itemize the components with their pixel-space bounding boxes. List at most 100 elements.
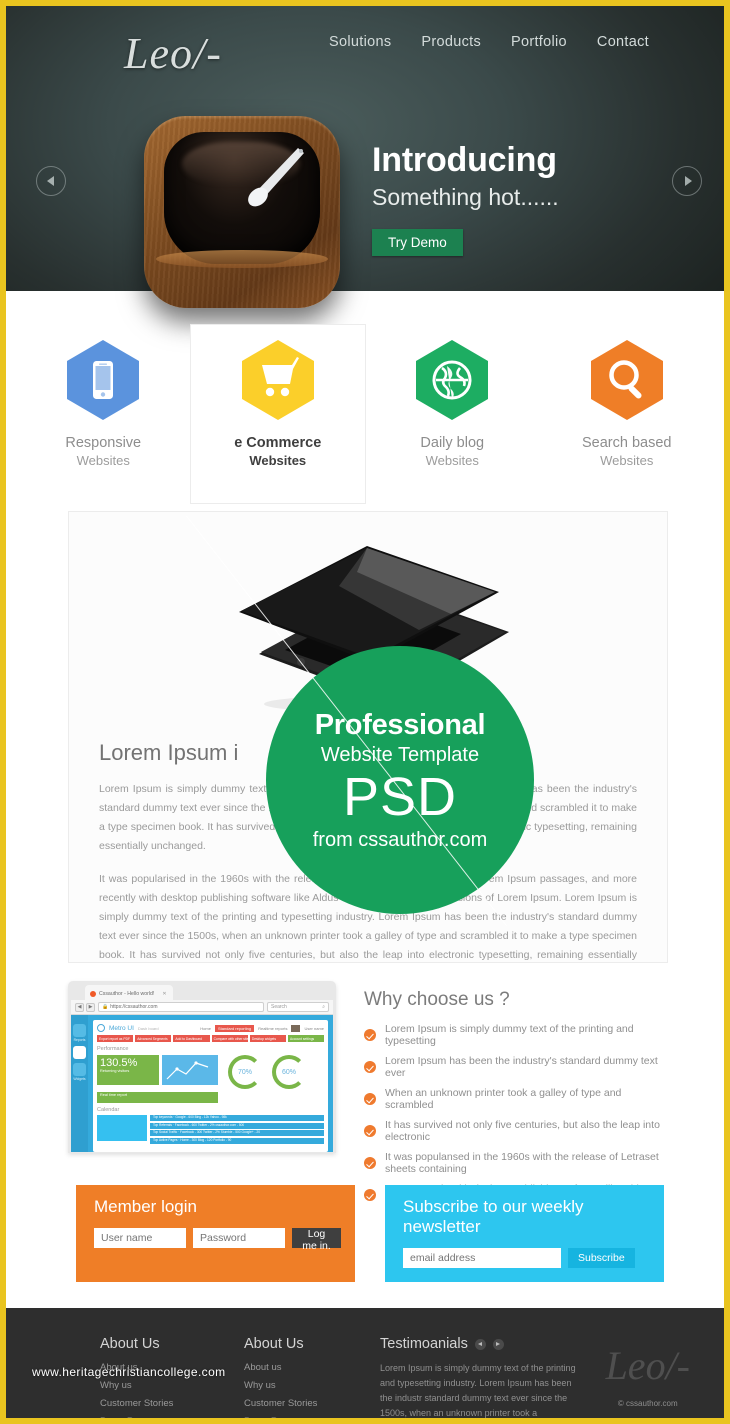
footer-link-press-resources[interactable]: Press Resources <box>100 1416 208 1418</box>
nav-item-solutions[interactable]: Solutions <box>329 34 391 50</box>
dashboard-header: Metro UI Dash board Home Standard report… <box>97 1024 324 1032</box>
subscribe-button[interactable]: Subscribe <box>568 1248 635 1268</box>
browser-nav-buttons: ◀ ▶ <box>75 1002 95 1012</box>
bowl-rim <box>156 250 328 268</box>
chevron-left-icon <box>478 1342 483 1346</box>
testimonials-next-button[interactable] <box>492 1338 504 1350</box>
metric-tile-returning[interactable]: 130.5% Returning visitors <box>97 1055 159 1085</box>
main-navigation: Solutions Products Portfolio Contact <box>329 34 649 50</box>
log-me-in-button[interactable]: Log me in. <box>292 1228 341 1252</box>
toolbar-item-compare[interactable]: Compare with other sites <box>211 1035 248 1042</box>
list-item-label: Lorem Ipsum has been the industry's stan… <box>385 1055 658 1079</box>
hero-title: Introducing <box>372 141 557 179</box>
chevron-right-icon <box>496 1342 501 1346</box>
testimonial-text: Lorem Ipsum is simply dummy text of the … <box>380 1363 576 1418</box>
slider-prev-button[interactable] <box>36 166 66 196</box>
sidebar-label-1: Reports <box>73 1038 86 1042</box>
calendar-grid[interactable] <box>97 1115 147 1141</box>
list-item[interactable]: Top Social Traffic · Facebook - 300 Twit… <box>150 1130 324 1136</box>
feature-card-search-based[interactable]: Search based Websites <box>540 325 715 503</box>
dashboard-menu-home[interactable]: Home <box>200 1026 211 1031</box>
browser-mockup: Cssauthor - Hello world! ✕ ◀ ▶ 🔒 https:/… <box>68 981 336 1153</box>
line-chart-icon <box>166 1061 209 1080</box>
try-demo-button[interactable]: Try Demo <box>372 229 463 256</box>
list-item[interactable]: Top Active Pages · Home - 300 Blog - 120… <box>150 1137 324 1144</box>
dashboard-performance-label: Performance <box>97 1046 129 1052</box>
toolbar-item-widgets[interactable]: Desktop widgets <box>249 1035 287 1042</box>
username-input[interactable] <box>94 1228 186 1248</box>
check-circle-icon <box>364 1189 376 1201</box>
footer-link-why-us[interactable]: Why us <box>100 1380 208 1391</box>
feature-title: Responsive <box>65 435 142 451</box>
list-item[interactable]: Top keywords · Google - 600 Bing - 12k Y… <box>150 1115 324 1121</box>
feature-subtitle: Websites <box>249 453 307 468</box>
watermark-line-3: PSD <box>342 766 458 827</box>
sidebar-icon-reports[interactable] <box>73 1024 86 1037</box>
testimonials-header: Testimoanials <box>380 1336 576 1352</box>
footer-link-customer-stories[interactable]: Customer Stories <box>100 1398 208 1409</box>
member-login-title: Member login <box>94 1197 197 1216</box>
toolbar-item-export[interactable]: Export report as PDF <box>97 1035 134 1042</box>
dashboard-menu-standard[interactable]: Standard reporting <box>214 1024 255 1032</box>
site-logo[interactable]: Leo/- <box>124 28 222 79</box>
nav-item-products[interactable]: Products <box>421 34 481 50</box>
slider-next-button[interactable] <box>672 166 702 196</box>
browser-url-bar[interactable]: 🔒 https://cssauthor.com <box>98 1002 264 1012</box>
dashboard-menu: Home Standard reporting Realtime reports… <box>200 1024 324 1032</box>
metric-tile-goals[interactable] <box>162 1055 218 1085</box>
nav-item-portfolio[interactable]: Portfolio <box>511 34 567 50</box>
browser-tab-title: Cssauthor - Hello world! <box>99 990 155 997</box>
dashboard-tiles: 130.5% Returning visitors 70% 60% <box>97 1055 324 1089</box>
chevron-right-icon <box>684 176 692 186</box>
toolbar-item-account[interactable]: Account settings <box>288 1035 325 1042</box>
nav-item-contact[interactable]: Contact <box>597 34 649 50</box>
list-item: Lorem Ipsum has been the industry's stan… <box>364 1055 672 1079</box>
footer-link-about-us[interactable]: About us <box>244 1362 352 1373</box>
email-input[interactable] <box>403 1248 561 1268</box>
browser-tab[interactable]: Cssauthor - Hello world! ✕ <box>85 984 173 1000</box>
check-circle-icon <box>364 1125 376 1137</box>
member-login-panel: Member login Log me in. <box>76 1185 355 1282</box>
testimonials-prev-button[interactable] <box>474 1338 486 1350</box>
hero-banner: Leo/- Solutions Products Portfolio Conta… <box>6 6 724 308</box>
feature-title: e Commerce <box>234 435 322 451</box>
lock-icon: 🔒 <box>102 1004 109 1010</box>
hex-wrap <box>540 339 715 421</box>
metric-value: 130.5% <box>100 1057 138 1069</box>
realtime-report-row[interactable]: Real time report <box>97 1092 218 1103</box>
sidebar-icon-widgets[interactable] <box>73 1063 86 1076</box>
sidebar-label-3: Widgets <box>73 1077 86 1081</box>
why-choose-us-section: Cssauthor - Hello world! ✕ ◀ ▶ 🔒 https:/… <box>68 981 672 1207</box>
sidebar-icon-dashboard[interactable] <box>73 1046 86 1059</box>
back-icon[interactable]: ◀ <box>75 1002 84 1012</box>
browser-search-placeholder: Search <box>271 1004 287 1010</box>
hero-subtitle: Something hot...... <box>372 184 559 210</box>
toolbar-item-add[interactable]: Add to Dashboard <box>173 1035 210 1042</box>
feature-card-ecommerce[interactable]: e Commerce Websites <box>190 325 365 503</box>
feature-card-responsive[interactable]: Responsive Websites <box>16 325 191 503</box>
watermark-line-4: from cssauthor.com <box>312 828 488 851</box>
check-circle-icon <box>364 1061 376 1073</box>
footer-link-press-resources[interactable]: Press Resources <box>244 1416 352 1418</box>
favicon-icon <box>90 990 96 997</box>
forward-icon[interactable]: ▶ <box>86 1002 95 1012</box>
toolbar-item-segments[interactable]: Advanced Segments <box>135 1035 172 1042</box>
feature-card-daily-blog[interactable]: Daily blog Websites <box>365 325 540 503</box>
footer-column-2: About Us About us Why us Customer Storie… <box>244 1336 352 1418</box>
close-icon[interactable]: ✕ <box>162 991 166 997</box>
list-item-label: When an unknown printer took a galley of… <box>385 1087 622 1111</box>
browser-toolbar: ◀ ▶ 🔒 https://cssauthor.com Search ⌕ <box>71 1000 333 1015</box>
footer-link-why-us[interactable]: Why us <box>244 1380 352 1391</box>
password-input[interactable] <box>193 1228 285 1248</box>
footer-testimonials: Testimoanials Lorem Ipsum is simply dumm… <box>380 1336 576 1418</box>
dashboard-menu-realtime[interactable]: Realtime reports <box>258 1026 287 1031</box>
list-item[interactable]: Top Referrals · Facebook - 600 Twitter -… <box>150 1122 324 1129</box>
footer-link-customer-stories[interactable]: Customer Stories <box>244 1398 352 1409</box>
chevron-left-icon <box>46 176 54 186</box>
donut-sessions: 70% <box>228 1055 262 1089</box>
testimonials-title: Testimoanials <box>380 1336 468 1352</box>
browser-search-box[interactable]: Search ⌕ <box>267 1002 329 1012</box>
hero-copy: Introducing Something hot...... Try Demo <box>372 141 559 256</box>
list-item: Lorem Ipsum is simply dummy text of the … <box>364 1023 672 1047</box>
check-circle-icon <box>364 1157 376 1169</box>
